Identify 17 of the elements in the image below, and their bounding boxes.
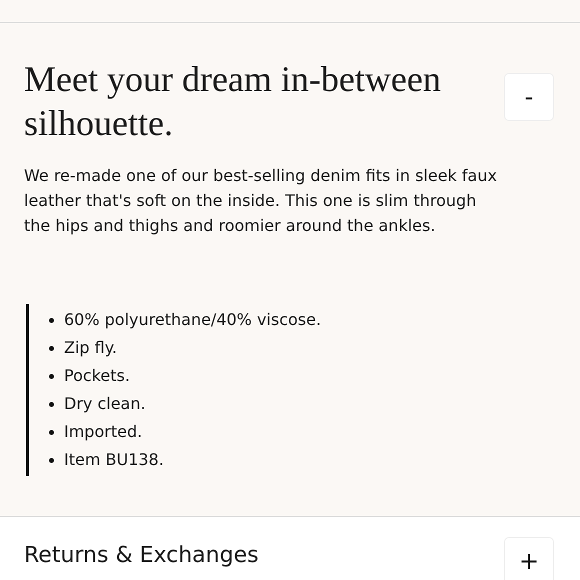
bullet-icon — [49, 402, 54, 406]
bullet-icon — [49, 458, 54, 462]
feature-item: Zip fly. — [64, 337, 117, 359]
feature-item: Item BU138. — [64, 449, 164, 471]
section-title: Meet your dream in-between silhouette. — [24, 58, 442, 145]
feature-item: Imported. — [64, 421, 142, 443]
feature-item: Dry clean. — [64, 393, 146, 415]
bullet-icon — [49, 346, 54, 350]
feature-item: 60% polyurethane/40% viscose. — [64, 309, 322, 331]
bullet-icon — [49, 430, 54, 434]
bullet-icon — [49, 374, 54, 378]
description-text: We re-made one of our best-selling denim fits in sleek faux leather that's soft on the inside. This one is slim through the hips and thighs and roomier around the ankles. — [24, 165, 498, 237]
section-title: Returns & Exchanges — [24, 542, 259, 570]
toggle-button[interactable]: - — [504, 73, 554, 121]
toggle-button[interactable]: + — [504, 537, 554, 580]
bullet-icon — [49, 318, 54, 322]
feature-item: Pockets. — [64, 365, 130, 387]
